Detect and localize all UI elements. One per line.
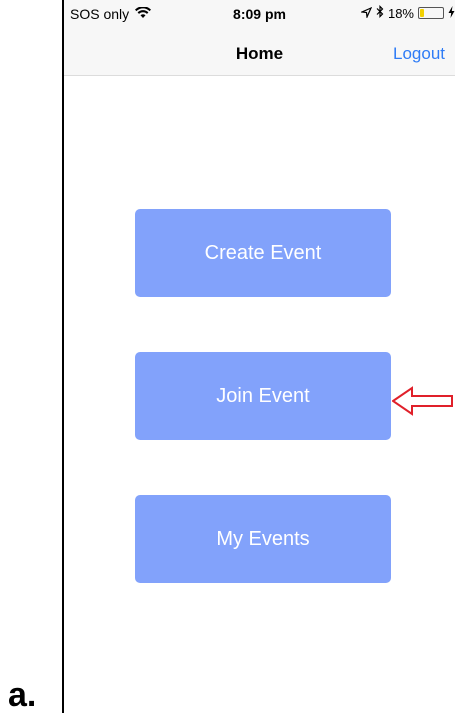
figure-canvas: SOS only 8:09 pm 18% Home Logout Create … [0,0,455,713]
battery-icon [418,7,444,19]
location-arrow-icon [359,6,373,21]
my-events-button[interactable]: My Events [135,495,391,583]
status-right: 18% [359,5,455,21]
annotation-arrow-icon [392,386,453,416]
phone-screen: SOS only 8:09 pm 18% Home Logout Create … [62,0,455,713]
join-event-button[interactable]: Join Event [135,352,391,440]
battery-percent: 18% [387,5,414,21]
my-events-label: My Events [216,527,310,550]
figure-label: a. [8,676,37,713]
bluetooth-icon [376,5,384,21]
create-event-label: Create Event [204,241,322,264]
status-bar: SOS only 8:09 pm 18% [64,0,455,28]
create-event-button[interactable]: Create Event [135,209,391,297]
join-event-label: Join Event [216,384,310,407]
navigation-bar: Home Logout [64,28,455,76]
charging-icon [448,5,455,21]
battery-level-fill [420,9,424,17]
logout-button[interactable]: Logout [393,44,445,64]
